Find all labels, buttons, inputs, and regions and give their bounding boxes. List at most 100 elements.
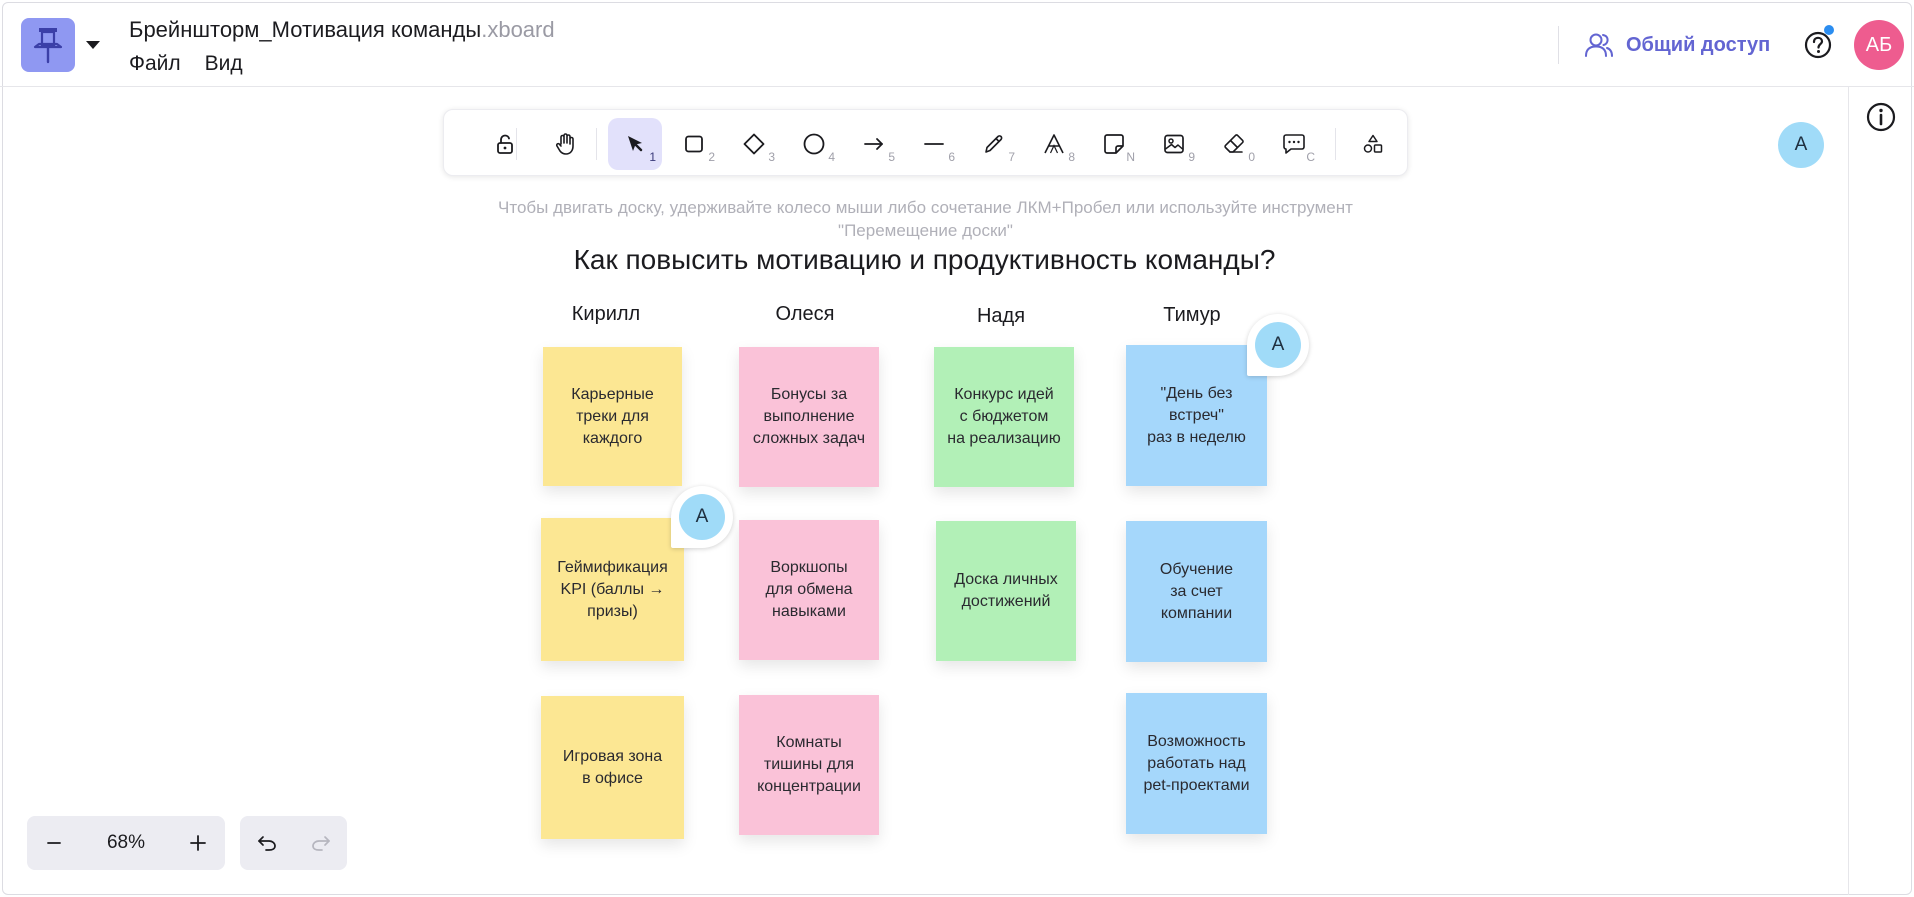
plus-icon — [190, 835, 206, 851]
sticky-note-tool[interactable]: N — [1087, 118, 1141, 170]
users-icon — [1585, 33, 1613, 57]
history-controls — [240, 816, 347, 870]
text-tool[interactable]: 8 — [1027, 118, 1081, 170]
pencil-tool[interactable]: 7 — [967, 118, 1021, 170]
tool-key: 5 — [888, 150, 895, 164]
tool-key: 7 — [1008, 150, 1015, 164]
zoom-in-button[interactable] — [171, 816, 225, 870]
collaborator-avatar[interactable]: А — [1778, 122, 1824, 168]
minus-icon — [47, 842, 61, 844]
image-icon — [1164, 134, 1184, 154]
zoom-controls: 68% — [27, 816, 225, 870]
eraser-icon — [1224, 134, 1244, 153]
text-icon — [1044, 134, 1064, 154]
sticky-note[interactable]: Возможность работать над pet-проектами — [1126, 693, 1267, 834]
menu-file[interactable]: Файл — [129, 51, 181, 77]
line-icon — [924, 143, 944, 145]
eraser-tool[interactable]: 0 — [1207, 118, 1261, 170]
collaborator-cursor-avatar: А — [1255, 322, 1301, 368]
ellipse-tool[interactable]: 4 — [787, 118, 841, 170]
sticky-note[interactable]: Карьерные треки для каждого — [543, 347, 682, 486]
lock-tool[interactable] — [478, 118, 532, 170]
redo-icon — [311, 836, 330, 851]
redo-button[interactable] — [294, 816, 347, 870]
tool-key: C — [1306, 150, 1315, 164]
notification-dot — [1824, 25, 1834, 35]
comment-tool[interactable]: C — [1267, 118, 1321, 170]
sticky-note[interactable]: Бонусы за выполнение сложных задач — [739, 347, 879, 487]
tool-key: 8 — [1068, 150, 1075, 164]
tool-key: 0 — [1248, 150, 1255, 164]
sticky-note[interactable]: Комнаты тишины для концентрации — [739, 695, 879, 835]
sticky-note[interactable]: Доска личных достижений — [936, 521, 1076, 661]
user-avatar[interactable]: АБ — [1854, 20, 1904, 70]
collaborator-cursor: А — [1247, 314, 1309, 376]
sticky-note-text: Геймификация KPI (баллы → призы) — [557, 558, 668, 620]
share-button[interactable]: Общий доступ — [1584, 28, 1770, 62]
circle-icon — [803, 133, 825, 155]
diamond-icon — [743, 133, 765, 155]
pushpin-icon — [33, 28, 63, 64]
right-panel — [1848, 87, 1912, 895]
document-title[interactable]: Брейншторм_Мотивация команды.xboard — [129, 17, 555, 43]
sticky-note[interactable]: "День без встреч" раз в неделю — [1126, 345, 1267, 486]
tool-key: 4 — [828, 150, 835, 164]
document-extension: .xboard — [481, 17, 555, 42]
document-name: Брейншторм_Мотивация команды — [129, 17, 482, 42]
shapes-tool[interactable] — [1346, 118, 1400, 170]
tool-key: 3 — [768, 150, 775, 164]
comment-icon — [1283, 134, 1305, 154]
cursor-arrow-icon — [628, 136, 643, 152]
column-header-timur[interactable]: Тимур — [1112, 303, 1272, 327]
image-tool[interactable]: 9 — [1147, 118, 1201, 170]
column-header-nadya[interactable]: Надя — [921, 304, 1081, 328]
sticky-note[interactable]: Воркшопы для обмена навыками — [739, 520, 879, 660]
tool-key: 6 — [948, 150, 955, 164]
line-tool[interactable]: 6 — [907, 118, 961, 170]
caret-down-icon — [86, 41, 100, 49]
unlock-icon — [497, 134, 513, 154]
collaborator-cursor: А — [671, 486, 733, 548]
select-tool[interactable]: 1 — [608, 118, 662, 170]
column-header-kirill[interactable]: Кирилл — [526, 302, 686, 326]
sticky-note[interactable]: Конкурс идей с бюджетом на реализацию — [934, 347, 1074, 487]
sticky-note[interactable]: Игровая зона в офисе — [541, 696, 684, 839]
toolbar-divider — [1335, 128, 1336, 160]
tool-key: 1 — [649, 150, 656, 164]
hand-tool[interactable] — [538, 118, 592, 170]
drawing-toolbar: 1 2 3 4 5 6 7 8 N 9 0 C — [443, 109, 1408, 176]
shapes-icon — [1363, 134, 1383, 153]
app-logo[interactable] — [21, 18, 75, 72]
navigation-hint: Чтобы двигать доску, удерживайте колесо … — [498, 198, 1353, 240]
info-button[interactable] — [1865, 101, 1897, 133]
header-divider — [1558, 26, 1559, 64]
diamond-tool[interactable]: 3 — [727, 118, 781, 170]
sticky-note-text: Возможность работать над pet-проектами — [1143, 732, 1250, 794]
menu-view[interactable]: Вид — [205, 51, 243, 77]
undo-icon — [257, 836, 276, 851]
arrow-tool[interactable]: 5 — [847, 118, 901, 170]
arrow-right-icon — [864, 138, 883, 150]
rectangle-tool[interactable]: 2 — [667, 118, 721, 170]
sticky-note-icon — [1104, 134, 1124, 154]
sticky-note[interactable]: Обучение за счет компании — [1126, 521, 1267, 662]
rectangle-icon — [685, 135, 703, 153]
sticky-note-text: Игровая зона в офисе — [562, 747, 663, 787]
sticky-note-text: Комнаты тишины для концентрации — [757, 734, 861, 795]
zoom-out-button[interactable] — [27, 816, 81, 870]
sticky-note-text: Бонусы за выполнение сложных задач — [752, 386, 866, 447]
app-menu-caret[interactable] — [84, 36, 102, 54]
menu-bar: Файл Вид — [129, 51, 243, 77]
undo-button[interactable] — [240, 816, 293, 870]
board-title[interactable]: Как повысить мотивацию и продуктивность … — [420, 243, 1429, 277]
collaborator-cursor-avatar: А — [679, 494, 725, 540]
sticky-note-text: Обучение за счет компании — [1159, 560, 1234, 622]
column-header-olesya[interactable]: Олеся — [725, 302, 885, 326]
hand-icon — [555, 133, 574, 155]
sticky-note-text: Доска личных достижений — [954, 571, 1058, 610]
info-icon — [1866, 102, 1896, 132]
toolbar-divider — [516, 128, 517, 160]
pencil-icon — [985, 135, 1003, 153]
zoom-level[interactable]: 68% — [81, 816, 171, 870]
sticky-note[interactable]: Геймификация KPI (баллы → призы) — [541, 518, 684, 661]
